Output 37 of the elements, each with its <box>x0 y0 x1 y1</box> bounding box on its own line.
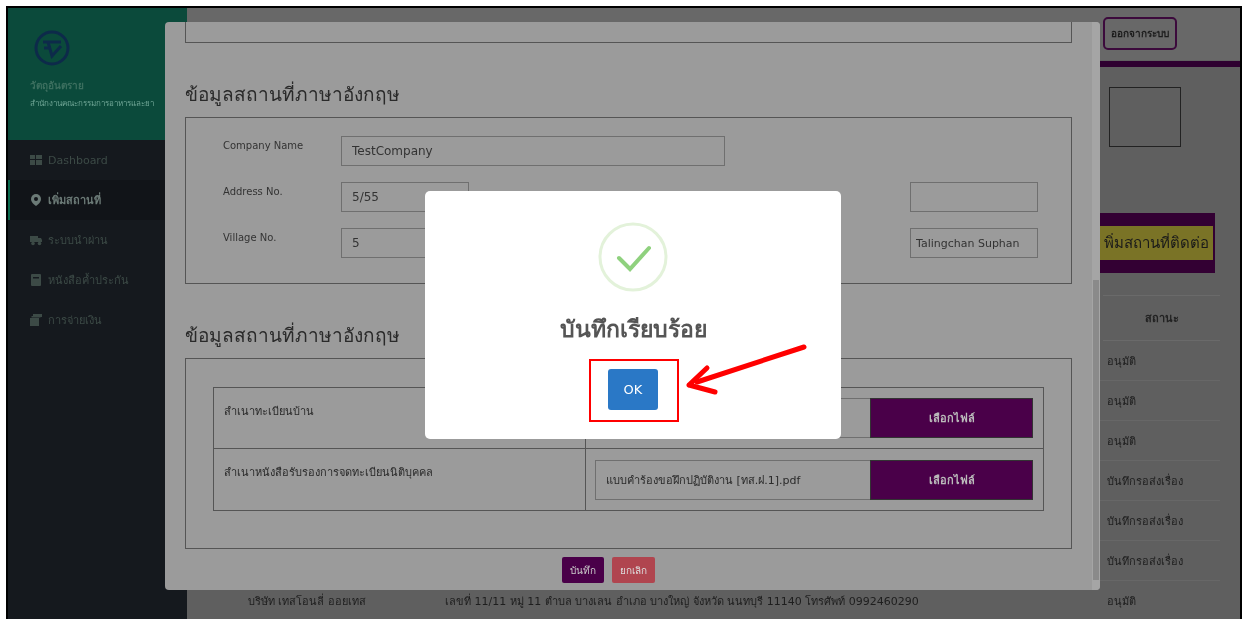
cancel-button[interactable]: ยกเลิก <box>612 557 655 583</box>
scrollbar[interactable] <box>1092 22 1100 590</box>
table-cell: บันทึกรอส่งเรื่อง <box>1103 501 1220 541</box>
field-label: Company Name <box>223 139 305 151</box>
image-frame <box>1109 87 1181 147</box>
table-cell: อนุมัติ <box>1103 421 1220 461</box>
table-cell: อนุมัติ <box>1103 341 1220 381</box>
section-title: ข้อมูลสถานที่ภาษาอังกฤษ <box>185 80 400 108</box>
choose-file-button[interactable]: เลือกไฟล์ <box>870 459 1033 500</box>
logo-icon <box>34 30 70 66</box>
book-icon <box>30 274 42 286</box>
save-button[interactable]: บันทึก <box>562 557 604 583</box>
table-cell: บันทึกรอส่งเรื่อง <box>1103 461 1220 501</box>
ok-button[interactable]: OK <box>608 369 658 410</box>
success-check-icon <box>597 221 669 293</box>
alert-title: บันทึกเรียบร้อย <box>559 315 707 344</box>
table-cell: อนุมัติ <box>1103 581 1220 619</box>
field-label: Address No. <box>223 185 284 197</box>
table-cell: อนุมัติ <box>1103 381 1220 421</box>
text-field[interactable]: TestCompany <box>341 136 725 166</box>
pin-icon <box>30 194 42 206</box>
table-cell: สำเนาหนังสือรับรองการจดทะเบียนนิติบุคคล <box>214 449 586 510</box>
truck-icon <box>30 234 42 246</box>
scrollbar-thumb[interactable] <box>1093 280 1099 580</box>
field-label: Village No. <box>223 231 278 243</box>
grid-icon <box>30 154 42 166</box>
column-header: สถานะ <box>1103 295 1220 341</box>
text-field[interactable] <box>910 182 1038 212</box>
add-place-button[interactable]: พิ่มสถานที่ติดต่อ <box>1100 226 1213 260</box>
table-cell: บันทึกรอส่งเรื่อง <box>1103 541 1220 581</box>
file-field[interactable]: แบบคำร้องขอฝึกปฏิบัติงาน [ทส.ฝ.1].pdf <box>595 459 870 500</box>
choose-file-button[interactable]: เลือกไฟล์ <box>870 398 1033 438</box>
cards-icon <box>30 314 42 326</box>
text-field[interactable]: Talingchan Suphan <box>910 228 1038 258</box>
section-title: ข้อมูลสถานที่ภาษาอังกฤษ <box>185 321 400 349</box>
app-subtitle: สำนักงานคณะกรรมการอาหารและยา <box>30 98 154 110</box>
logout-button[interactable]: ออกจากระบบ <box>1103 17 1177 51</box>
